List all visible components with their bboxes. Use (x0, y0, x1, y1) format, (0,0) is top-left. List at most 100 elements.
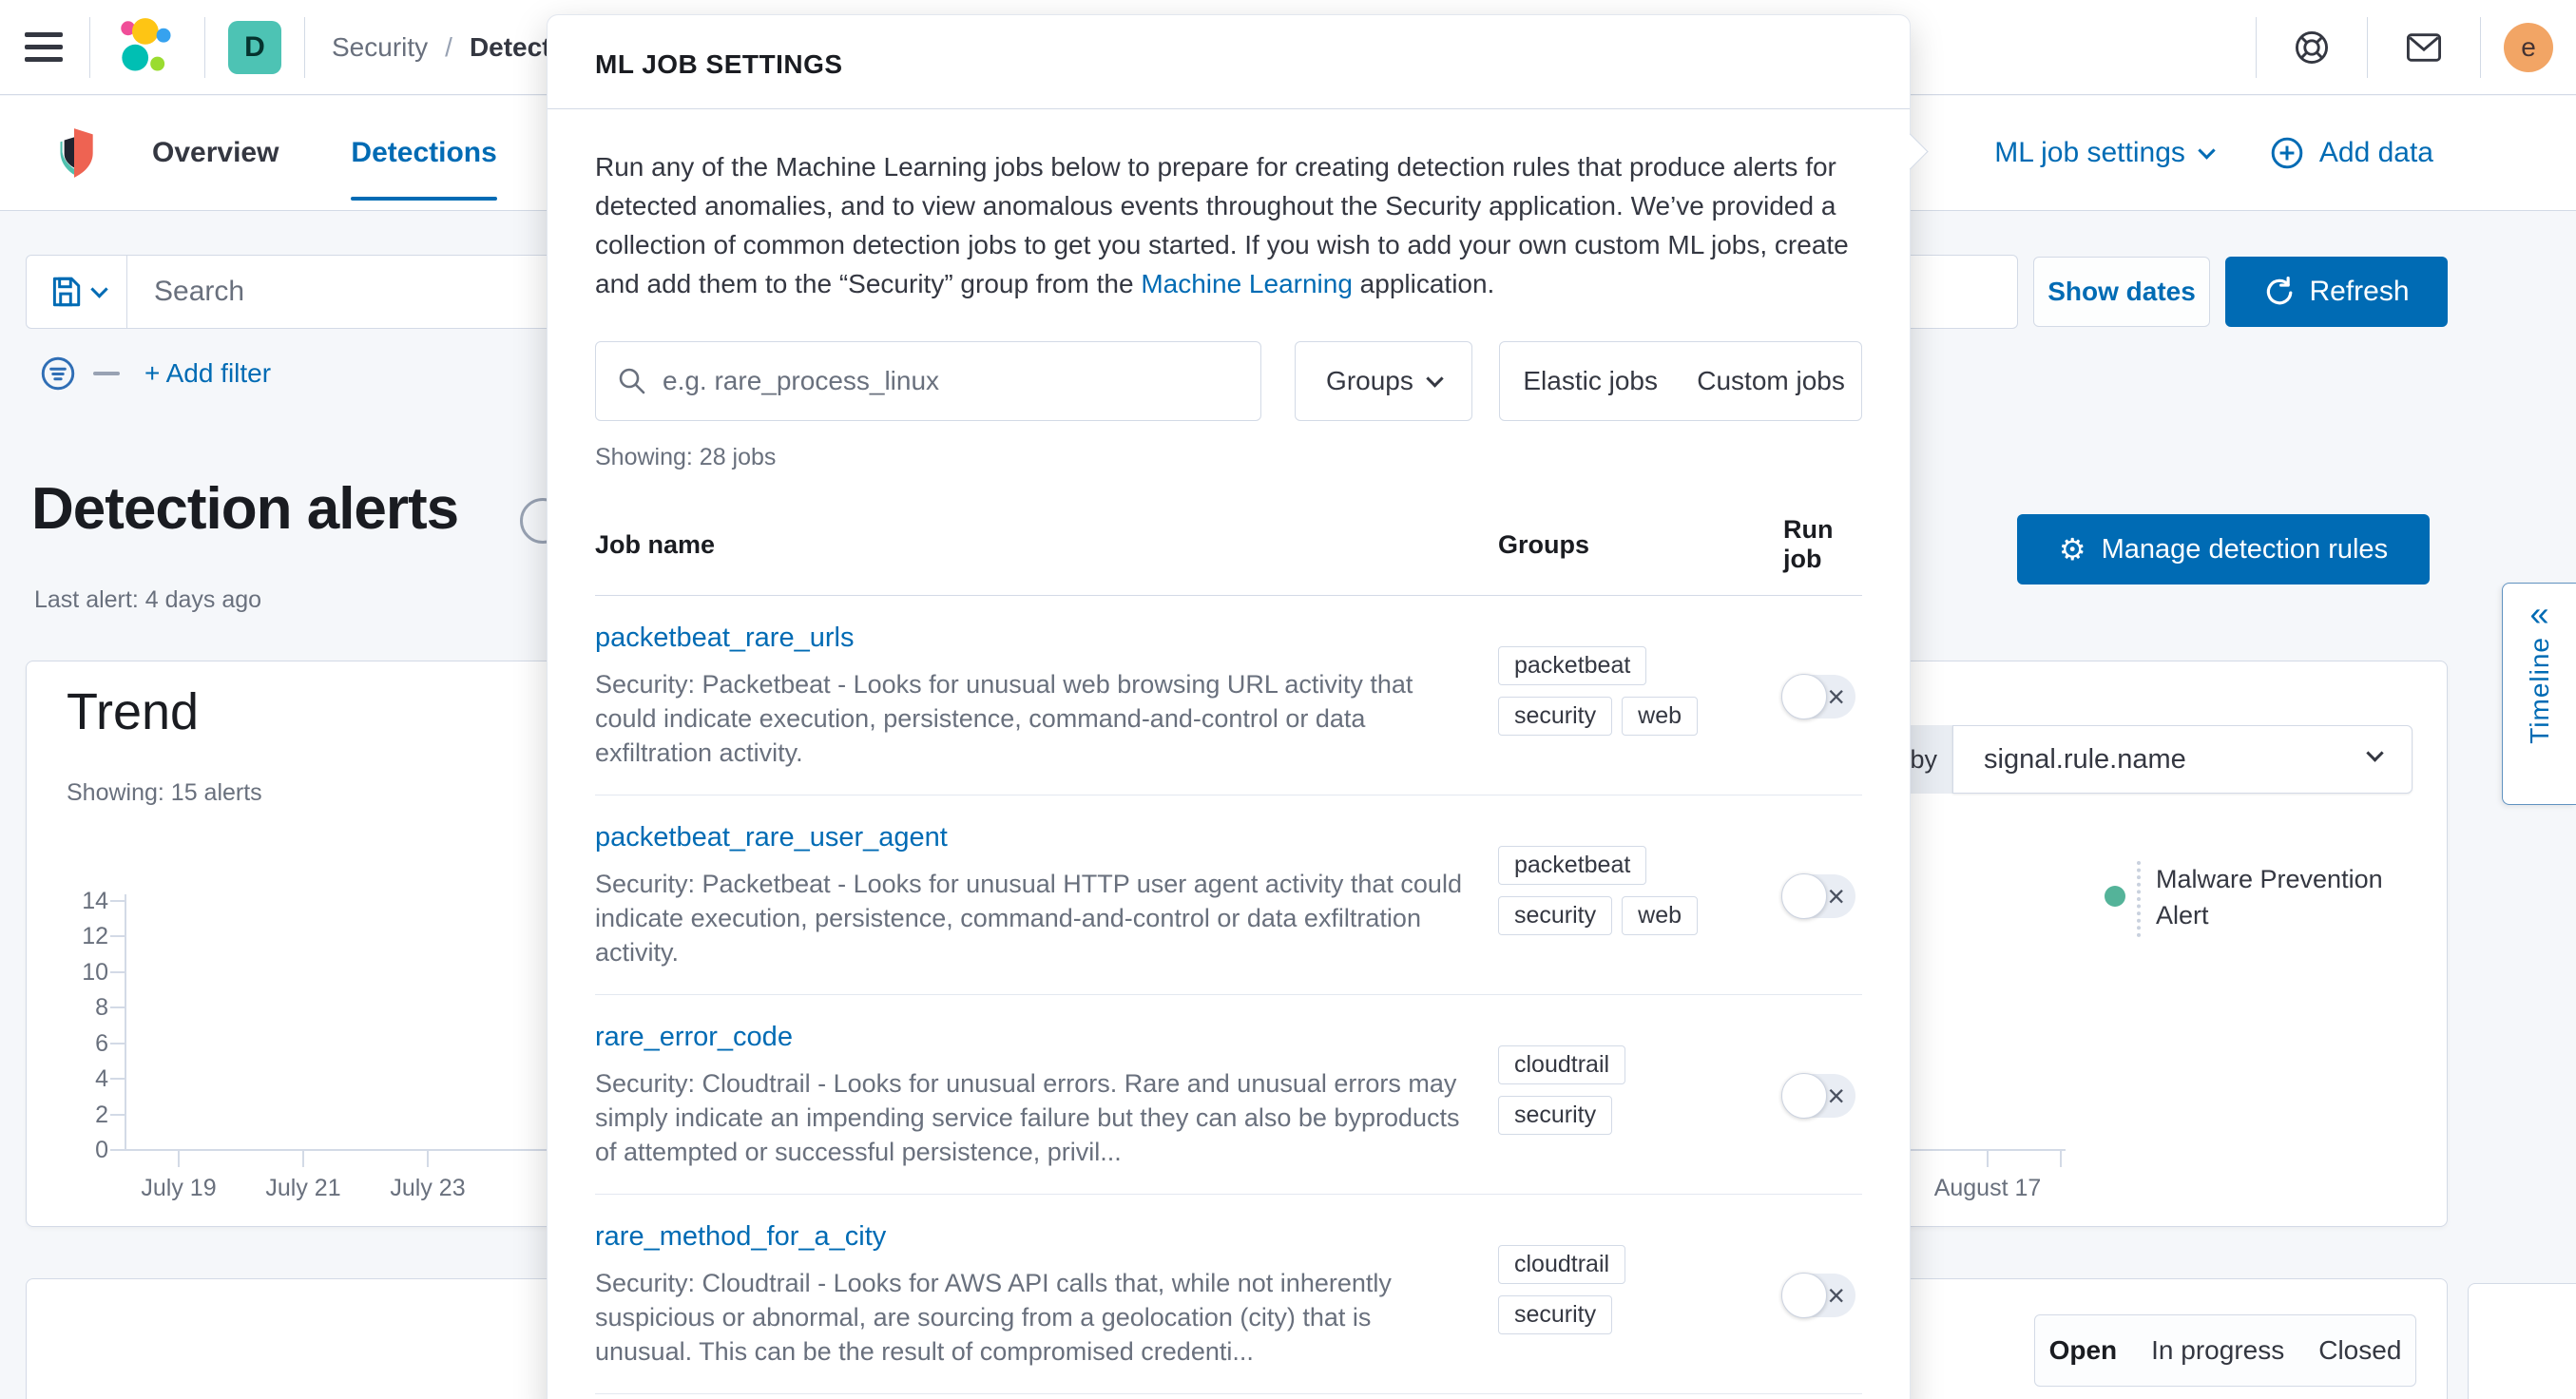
last-alert-text: Last alert: 4 days ago (34, 586, 261, 614)
job-name-link[interactable]: packetbeat_rare_urls (595, 623, 1498, 654)
machine-learning-link[interactable]: Machine Learning (1141, 269, 1353, 298)
legend-label[interactable]: Malware Prevention Alert (2156, 861, 2393, 937)
refresh-button[interactable]: Refresh (2225, 257, 2448, 327)
job-search-input[interactable] (663, 366, 1260, 396)
filter-dash (93, 372, 120, 375)
toggle-off-x-icon: × (1827, 1280, 1845, 1311)
newsfeed-button[interactable] (2404, 29, 2444, 67)
y-tick-mark (110, 900, 125, 902)
job-search-box (595, 341, 1261, 421)
run-job-toggle[interactable]: × (1783, 675, 1855, 719)
security-shield-icon (49, 125, 99, 181)
x-axis-tick: July 23 (347, 1175, 509, 1202)
job-type-filter-group: Elastic jobs Custom jobs (1499, 341, 1862, 421)
chevron-down-icon (2198, 142, 2215, 159)
manage-detection-rules-button[interactable]: ⚙ Manage detection rules (2017, 514, 2430, 585)
refresh-icon (2263, 277, 2294, 307)
help-button[interactable] (2293, 29, 2331, 67)
status-tab-open[interactable]: Open (2049, 1335, 2118, 1366)
x-axis-tick: August 17 (1907, 1175, 2068, 1202)
job-description: Security: Cloudtrail - Looks for unusual… (595, 1066, 1470, 1169)
search-icon (617, 366, 647, 396)
column-job-name: Job name (595, 530, 1498, 560)
y-tick-mark (110, 1149, 125, 1151)
page-title: Detection alerts (31, 475, 458, 543)
menu-hamburger-icon[interactable] (25, 32, 63, 62)
legend-drag-handle-icon[interactable] (2137, 861, 2141, 937)
filter-elastic-jobs[interactable]: Elastic jobs (1500, 366, 1681, 396)
chevron-down-icon (2366, 744, 2383, 761)
trend-showing-count: Showing: 15 alerts (67, 779, 262, 807)
column-groups: Groups (1498, 530, 1783, 560)
divider (204, 17, 205, 78)
tab-overview[interactable]: Overview (152, 96, 279, 210)
y-axis-tick: 14 (46, 887, 108, 915)
kibana-security-screen: D Security / Detections (0, 0, 2576, 1399)
legend-color-dot (2105, 886, 2125, 907)
y-tick-mark (110, 1114, 125, 1116)
filter-icon[interactable] (38, 354, 78, 393)
mail-icon (2404, 29, 2444, 67)
x-tick-mark (1987, 1151, 1989, 1167)
space-badge[interactable]: D (228, 21, 281, 74)
timeline-toggle-button[interactable]: « Timeline (2502, 583, 2576, 805)
security-app-logo (49, 125, 99, 181)
groups-dropdown-button[interactable]: Groups (1295, 341, 1472, 421)
popover-title: ML JOB SETTINGS (595, 49, 1862, 80)
status-tab-in-progress[interactable]: In progress (2151, 1335, 2284, 1366)
x-tick-mark (427, 1151, 429, 1167)
job-row: packetbeat_rare_urls Security: Packetbea… (595, 596, 1862, 795)
job-name-link[interactable]: rare_error_code (595, 1022, 1498, 1053)
saved-query-button[interactable] (27, 256, 127, 328)
toggle-off-x-icon: × (1827, 1081, 1845, 1111)
chevron-down-icon (90, 280, 107, 297)
add-filter-button[interactable]: + Add filter (144, 358, 271, 389)
group-badge: packetbeat (1498, 646, 1646, 685)
stack-by-select[interactable]: signal.rule.name (1952, 725, 2413, 794)
job-row: rare_error_code Security: Cloudtrail - L… (595, 995, 1862, 1195)
toggle-knob (1781, 674, 1827, 719)
divider (2367, 17, 2368, 78)
y-axis-tick: 12 (46, 922, 108, 950)
group-badge: packetbeat (1498, 846, 1646, 885)
chevron-down-icon (1426, 370, 1443, 387)
divider (304, 17, 305, 78)
y-axis-tick: 6 (46, 1029, 108, 1058)
show-dates-button[interactable]: Show dates (2033, 257, 2210, 327)
add-data-button[interactable]: Add data (2270, 136, 2433, 170)
timeline-label: Timeline (2525, 637, 2555, 744)
user-avatar[interactable]: e (2504, 23, 2553, 72)
divider (89, 17, 90, 78)
column-run-job: Run job (1783, 515, 1862, 574)
elastic-logo[interactable] (115, 17, 180, 78)
breadcrumb-section[interactable]: Security (332, 32, 428, 63)
y-tick-mark (110, 1078, 125, 1080)
toggle-knob (1781, 1073, 1827, 1119)
y-axis-tick: 4 (46, 1064, 108, 1093)
job-name-link[interactable]: packetbeat_rare_user_agent (595, 822, 1498, 853)
run-job-toggle[interactable]: × (1783, 1074, 1855, 1118)
run-job-toggle[interactable]: × (1783, 874, 1855, 918)
y-axis-tick: 10 (46, 958, 108, 987)
ml-job-settings-popover: ML JOB SETTINGS Run any of the Machine L… (547, 14, 1911, 1399)
job-name-link[interactable]: rare_method_for_a_city (595, 1221, 1498, 1253)
popover-header: ML JOB SETTINGS (548, 15, 1910, 109)
x-tick-mark (178, 1151, 180, 1167)
y-axis-tick: 2 (46, 1101, 108, 1129)
job-description: Security: Packetbeat - Looks for unusual… (595, 667, 1470, 770)
ml-job-settings-button[interactable]: ML job settings (1994, 137, 2213, 169)
divider (2256, 17, 2257, 78)
y-tick-mark (110, 1043, 125, 1044)
toggle-off-x-icon: × (1827, 881, 1845, 911)
job-description: Security: Packetbeat - Looks for unusual… (595, 867, 1470, 969)
toggle-knob (1781, 873, 1827, 919)
run-job-toggle[interactable]: × (1783, 1274, 1855, 1317)
x-tick-mark (2060, 1151, 2062, 1167)
tab-detections[interactable]: Detections (351, 96, 496, 210)
status-tab-closed[interactable]: Closed (2318, 1335, 2401, 1366)
group-badge: web (1622, 896, 1698, 935)
filter-custom-jobs[interactable]: Custom jobs (1681, 366, 1861, 396)
breadcrumb-separator: / (445, 32, 452, 63)
timeline-corner-panel (2468, 1283, 2576, 1399)
filter-row: + Add filter (38, 354, 271, 393)
